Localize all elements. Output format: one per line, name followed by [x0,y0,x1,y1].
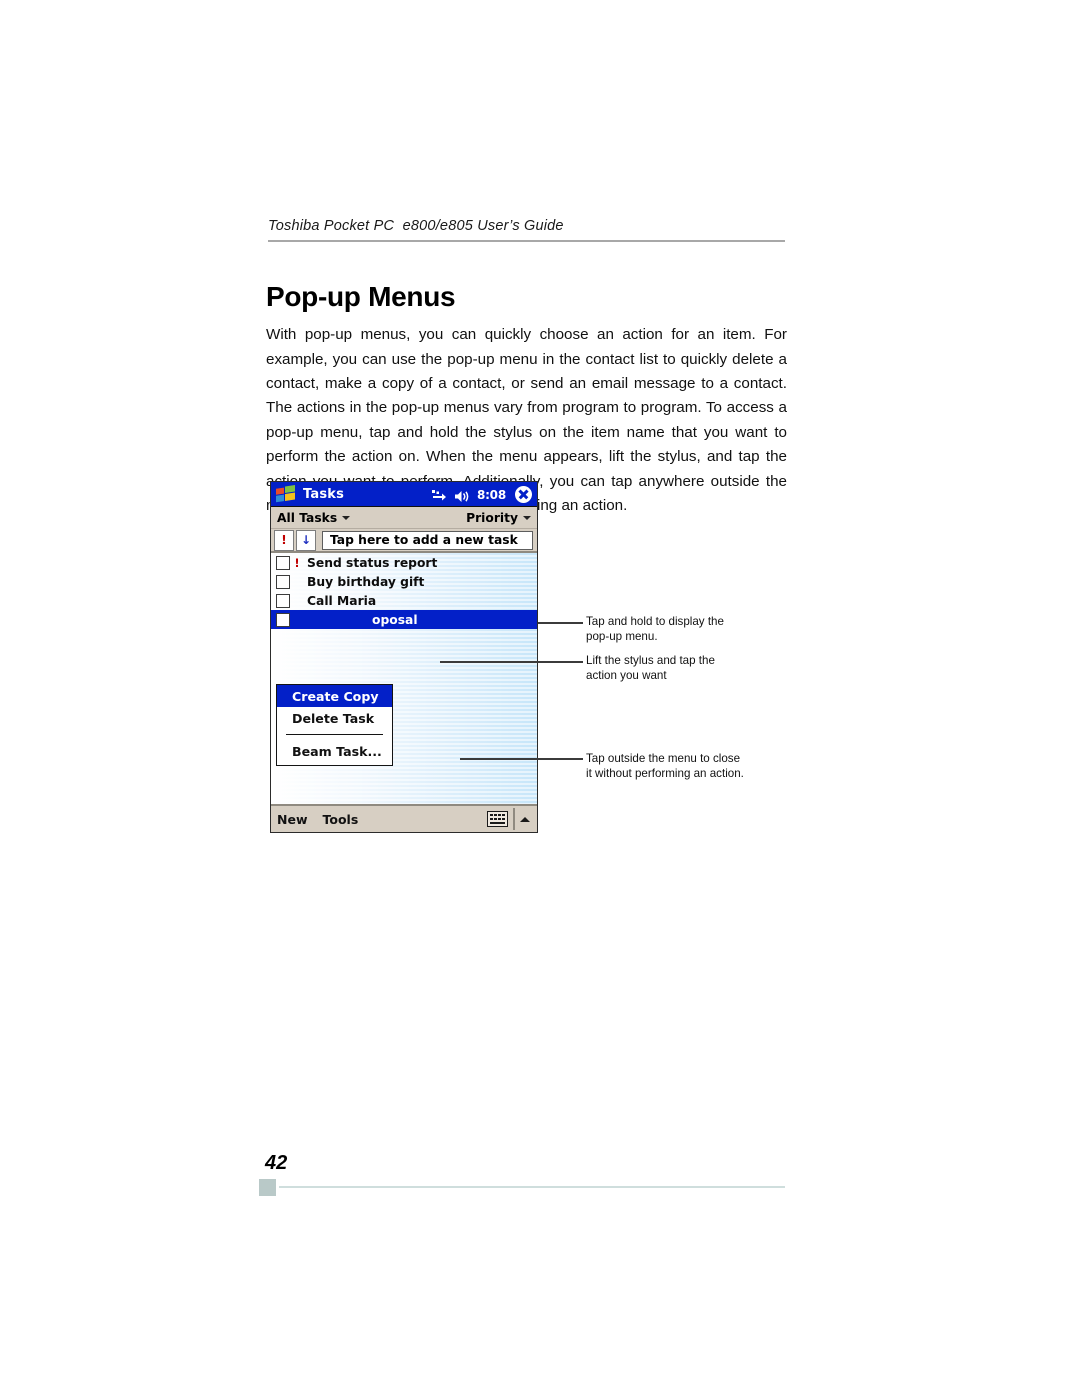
chevron-up-icon[interactable] [520,816,530,822]
bottom-command-bar: New Tools [271,804,537,832]
command-bar-divider [513,808,515,830]
filter-sort-bar: All Tasks Priority [271,507,537,529]
task-label: Buy birthday gift [307,574,425,589]
clock-label: 8:08 [476,487,506,502]
sort-down-arrow-icon[interactable]: ↓ [296,529,316,551]
popup-menu-item-beam-task[interactable]: Beam Task... [277,740,392,762]
header-divider [268,240,785,242]
popup-menu: Create Copy Delete Task Beam Task... [276,684,393,766]
new-task-input[interactable]: Tap here to add a new task [322,530,533,550]
pocketpc-screenshot: Tasks 8:08 All Tasks Priority ! ↓ Tap he… [270,481,538,833]
callout-leader-line [538,622,583,624]
chevron-down-icon [523,515,531,520]
task-label: Send status report [307,555,438,570]
priority-exclamation-glyph: ! [281,533,287,547]
popup-menu-separator [286,734,383,735]
titlebar: Tasks 8:08 [271,482,537,507]
page-title: Pop-up Menus [266,280,456,312]
callout-line: action you want [586,668,667,682]
task-checkbox[interactable] [276,612,290,627]
priority-dropdown[interactable]: Priority [466,511,531,525]
app-title: Tasks [303,486,345,502]
task-priority-icon: ! [294,555,300,570]
callout-line: pop-up menu. [586,629,658,643]
callout-line: Tap outside the menu to close [586,752,741,765]
new-task-entry-bar: ! ↓ Tap here to add a new task [271,529,537,553]
close-icon[interactable] [515,486,532,503]
callout-line: Lift the stylus and tap the [586,654,715,667]
task-checkbox[interactable] [276,555,290,570]
speaker-icon[interactable] [454,488,470,502]
task-label: Call Maria [307,593,377,608]
keyboard-icon[interactable] [487,811,508,827]
page-header: Toshiba Pocket PC e800/e805 User’s Guide [268,218,785,242]
task-label: oposal [372,612,418,627]
new-task-placeholder: Tap here to add a new task [330,533,518,547]
sort-down-arrow-glyph: ↓ [300,533,312,547]
popup-menu-item-create-copy[interactable]: Create Copy [277,685,392,707]
footer-marker [259,1179,276,1196]
new-button[interactable]: New [277,812,308,827]
command-bar-right [487,806,533,832]
callout-leader-line [440,661,583,663]
sync-icon[interactable] [431,488,447,501]
callout-tap-and-hold: Tap and hold to display the pop-up menu. [586,615,801,645]
callout-leader-line [460,758,583,760]
priority-exclamation-icon[interactable]: ! [274,529,294,551]
callout-tap-outside: Tap outside the menu to close it without… [586,752,801,782]
task-checkbox[interactable] [276,574,290,589]
chevron-down-icon [342,515,351,520]
all-tasks-label: All Tasks [277,510,338,525]
page-number: 42 [265,1152,288,1174]
task-list: ! Send status report Buy birthday gift C… [271,553,537,804]
task-row[interactable]: Buy birthday gift [271,572,537,591]
callout-line: Tap and hold to display the [586,615,724,628]
windows-logo-icon [274,484,296,504]
popup-item-label: Beam Task... [292,743,382,759]
tools-button[interactable]: Tools [323,812,359,827]
footer-divider [279,1186,785,1188]
task-row-selected[interactable]: oposal [271,610,537,629]
callout-lift-stylus: Lift the stylus and tap the action you w… [586,654,801,684]
all-tasks-dropdown[interactable]: All Tasks [277,510,351,525]
priority-label: Priority [466,510,518,525]
popup-item-label: Create Copy [292,688,379,704]
popup-item-label: Delete Task [292,710,375,726]
popup-menu-item-delete-task[interactable]: Delete Task [277,707,392,729]
callout-line: it without performing an action. [586,766,744,780]
task-checkbox[interactable] [276,593,290,608]
titlebar-status-area: 8:08 [431,482,532,507]
page-header-text: Toshiba Pocket PC e800/e805 User’s Guide [268,218,564,234]
task-row[interactable]: Call Maria [271,591,537,610]
task-row[interactable]: ! Send status report [271,553,537,572]
